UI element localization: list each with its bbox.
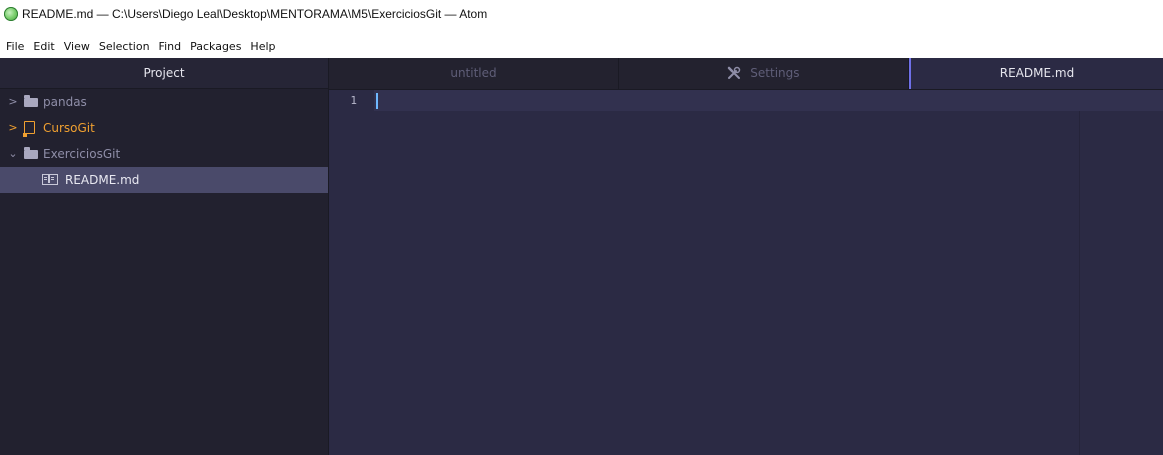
tree-item-label: pandas [43, 95, 87, 109]
menu-packages[interactable]: Packages [190, 38, 241, 56]
menu-file[interactable]: File [6, 38, 24, 56]
book-icon [42, 174, 58, 185]
tab-bar: untitled Settings README.md [329, 58, 1163, 90]
folder-icon [24, 95, 38, 107]
menu-help[interactable]: Help [250, 38, 275, 56]
menu-selection[interactable]: Selection [99, 38, 150, 56]
menu-view[interactable]: View [64, 38, 90, 56]
tree-view-header[interactable]: Project [0, 58, 328, 89]
line-number-gutter: 1 [329, 90, 374, 455]
tab-untitled[interactable]: untitled [329, 58, 619, 89]
chevron-right-icon[interactable]: > [8, 89, 18, 115]
chevron-down-icon[interactable]: ⌄ [8, 141, 18, 167]
workspace: Project > pandas > CursoGit ⌄ Exercicios… [0, 58, 1163, 455]
menu-bar: File Edit View Selection Find Packages H… [0, 36, 1163, 58]
tree-view: Project > pandas > CursoGit ⌄ Exercicios… [0, 58, 329, 455]
tools-icon [728, 66, 741, 79]
tab-settings[interactable]: Settings [619, 58, 909, 89]
chevron-right-icon[interactable]: > [8, 115, 18, 141]
text-editor[interactable]: 1 [329, 90, 1163, 455]
text-cursor [376, 93, 378, 109]
menu-edit[interactable]: Edit [33, 38, 54, 56]
tree-item-readme[interactable]: README.md [0, 167, 328, 193]
tree-item-pandas[interactable]: > pandas [0, 89, 328, 115]
menu-find[interactable]: Find [159, 38, 182, 56]
tab-label: Settings [750, 66, 800, 80]
atom-logo-icon [4, 7, 18, 21]
tree-item-label: README.md [65, 173, 140, 187]
line-number: 1 [350, 94, 357, 107]
window-title: README.md — C:\Users\Diego Leal\Desktop\… [22, 7, 488, 21]
folder-icon [24, 147, 38, 159]
wrap-guide [1079, 111, 1080, 455]
window-titlebar: README.md — C:\Users\Diego Leal\Desktop\… [0, 0, 1163, 36]
tab-label: README.md [999, 66, 1075, 80]
tab-label: untitled [450, 66, 497, 80]
tree-item-label: ExerciciosGit [43, 147, 121, 161]
tab-readme[interactable]: README.md [909, 58, 1163, 89]
tree-item-cursogit[interactable]: > CursoGit [0, 115, 328, 141]
tree-item-exerciciosgit[interactable]: ⌄ ExerciciosGit [0, 141, 328, 167]
repo-icon [23, 121, 35, 137]
tree-item-label: CursoGit [43, 121, 95, 135]
cursor-line-highlight [329, 90, 1163, 111]
